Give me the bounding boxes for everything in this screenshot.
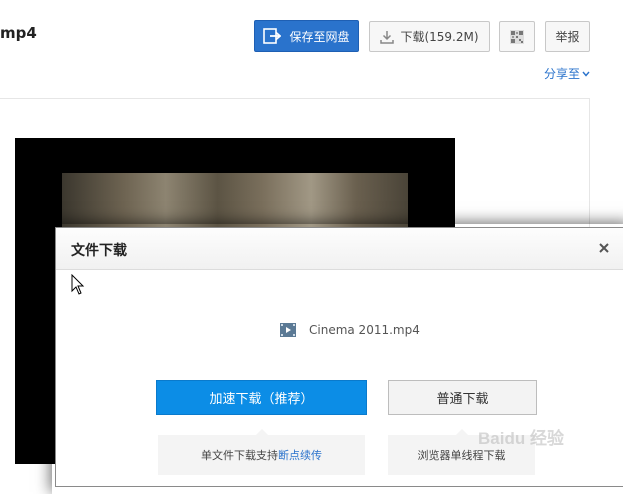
report-button[interactable]: 举报 [545,21,590,52]
resume-download-highlight: 断点续传 [278,449,322,462]
baidu-jingyan-logo: Baidu 经验 [478,428,565,448]
qr-code-icon [510,29,524,44]
accelerated-download-button[interactable]: 加速下载（推荐） [156,380,367,415]
file-title: mp4 [0,24,37,42]
file-info-row: Cinema 2011.mp4 [280,323,420,337]
dialog-header: 文件下载 [56,228,623,270]
share-label: 分享至 [544,67,581,81]
download-button-label: 下载(159.2M) [400,30,479,44]
normal-download-button[interactable]: 普通下载 [388,380,537,415]
mouse-cursor-icon [71,274,85,295]
accelerated-download-tip: 单文件下载支持 断点续传 [158,429,365,475]
download-button[interactable]: 下载(159.2M) [369,21,490,52]
header-divider [0,98,590,99]
dialog-title: 文件下载 [71,243,127,259]
close-icon[interactable] [597,241,611,255]
chevron-down-icon [582,71,590,77]
share-dropdown[interactable]: 分享至 [544,65,590,82]
watermark-text: Baidu 经验 [478,428,565,448]
share-page: mp4 保存至网盘 下载(159.2M) 举报 分享至 文件下载 Cinema … [0,0,623,487]
file-name: Cinema 2011.mp4 [309,323,420,337]
video-file-icon [280,323,296,337]
download-icon [380,30,395,44]
qr-code-button[interactable] [499,21,535,52]
tip-left-prefix: 单文件下载支持 [201,449,278,462]
save-to-cloud-button[interactable]: 保存至网盘 [254,20,359,52]
save-to-cloud-icon [263,28,282,44]
save-button-label: 保存至网盘 [289,29,350,44]
